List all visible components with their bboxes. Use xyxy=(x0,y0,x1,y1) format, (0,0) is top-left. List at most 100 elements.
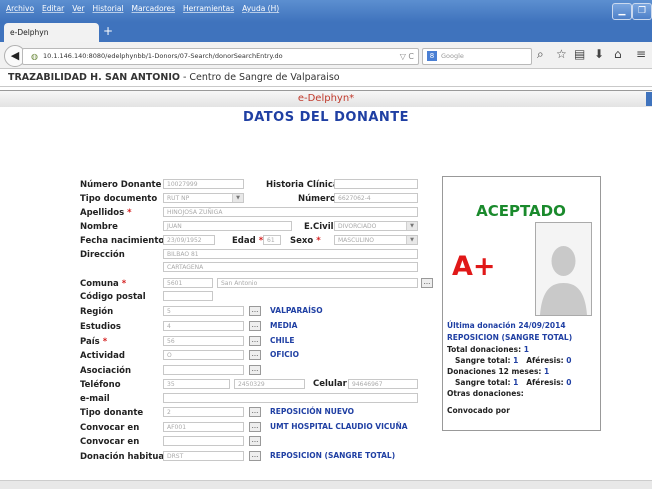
d12-label: Donaciones 12 meses: xyxy=(447,367,542,376)
label-historia-clinica: Historia Clínica xyxy=(266,180,339,190)
banner-edge xyxy=(646,92,652,106)
maximize-button[interactable]: ❐ xyxy=(632,3,652,20)
search-placeholder: Google xyxy=(441,52,464,60)
bookmark-star-icon[interactable]: ☆ xyxy=(556,47,567,61)
label-pais: País * xyxy=(80,337,107,347)
fecha-nacimiento-field[interactable]: 23/09/1952 xyxy=(163,235,215,245)
label-fecha-nacimiento: Fecha nacimiento * xyxy=(80,236,172,246)
required-marker: * xyxy=(102,337,108,347)
required-marker: * xyxy=(127,208,132,218)
tipo-donante-lookup-button[interactable]: ... xyxy=(249,407,261,417)
menu-ayuda[interactable]: Ayuda (H) xyxy=(242,4,279,13)
pais-code-field[interactable]: 56 xyxy=(163,336,244,346)
convocar-en-2-code-field[interactable] xyxy=(163,436,244,446)
actividad-lookup-button[interactable]: ... xyxy=(249,350,261,360)
convocar-en-value: UMT HOSPITAL CLAUDIO VICUÑA xyxy=(270,422,408,431)
label-edad: Edad * xyxy=(232,236,263,246)
tipo-donante-code-field[interactable]: 2 xyxy=(163,407,244,417)
convocado-por: Convocado por xyxy=(447,406,510,415)
convocar-en-lookup-button[interactable]: ... xyxy=(249,422,261,432)
menu-editar[interactable]: Editar xyxy=(42,4,64,13)
email-field[interactable] xyxy=(163,393,418,403)
label-email: e-mail xyxy=(80,394,110,404)
region-lookup-button[interactable]: ... xyxy=(249,306,261,316)
ultima-donacion-tipo: REPOSICION (SANGRE TOTAL) xyxy=(447,333,573,342)
url-bar[interactable]: ◍ 10.1.146.140:8080/edelphynbb/1-Donors/… xyxy=(22,48,419,65)
label-apellidos-text: Apellidos xyxy=(80,208,125,218)
edad-field[interactable]: 61 xyxy=(263,235,281,245)
d12-breakdown: Sangre total: 1 Aféresis: 0 xyxy=(455,378,572,387)
pais-lookup-button[interactable]: ... xyxy=(249,336,261,346)
actividad-value: OFICIO xyxy=(270,350,299,359)
menu-herramientas[interactable]: Herramientas xyxy=(183,4,234,13)
comuna-name-field[interactable]: San Antonio xyxy=(217,278,418,288)
ultima-donacion: Última donación 24/09/2014 xyxy=(447,321,566,330)
label-donacion-habitual: Donación habitual xyxy=(80,452,168,462)
required-marker: * xyxy=(316,236,321,246)
numero-field[interactable]: 6627062-4 xyxy=(334,193,418,203)
download-icon[interactable]: ⬇ xyxy=(594,47,604,61)
donacion-habitual-lookup-button[interactable]: ... xyxy=(249,451,261,461)
label-estudios: Estudios xyxy=(80,322,121,332)
new-tab-button[interactable]: + xyxy=(103,24,113,38)
apellidos-field[interactable]: HINOJOSA ZUÑIGA xyxy=(163,207,418,217)
historia-clinica-field[interactable] xyxy=(334,179,418,189)
app-title-rest: - Centro de Sangre de Valparaiso xyxy=(179,72,340,83)
app-title: TRAZABILIDAD H. SAN ANTONIO - Centro de … xyxy=(8,72,340,83)
label-edad-text: Edad xyxy=(232,236,256,246)
estudios-code-field[interactable]: 4 xyxy=(163,321,244,331)
label-codigo-postal: Código postal xyxy=(80,292,146,302)
label-celular: Celular xyxy=(313,379,347,389)
search-magnifier-icon[interactable]: ⌕ xyxy=(537,47,544,62)
sangre-total-label: Sangre total: xyxy=(455,356,511,365)
sexo-select[interactable]: MASCULINO ▼ xyxy=(334,235,418,245)
comuna-lookup-button[interactable]: ... xyxy=(421,278,433,288)
convocar-en-2-lookup-button[interactable]: ... xyxy=(249,436,261,446)
donor-photo xyxy=(535,222,592,316)
home-icon[interactable]: ⌂ xyxy=(614,47,622,61)
total-breakdown: Sangre total: 1 Aféresis: 0 xyxy=(455,356,572,365)
convocar-en-code-field[interactable]: AF001 xyxy=(163,422,244,432)
region-code-field[interactable]: 5 xyxy=(163,306,244,316)
ecivil-value: DIVORCIADO xyxy=(338,223,377,230)
comuna-code-field[interactable]: 5601 xyxy=(163,278,213,288)
search-bar[interactable]: 8 Google xyxy=(422,48,532,65)
label-telefono: Teléfono xyxy=(80,380,121,390)
sangre-total-value: 1 xyxy=(513,356,519,365)
nombre-field[interactable]: JUAN xyxy=(163,221,292,231)
google-icon: 8 xyxy=(427,51,437,61)
asociacion-lookup-button[interactable]: ... xyxy=(249,365,261,375)
donacion-habitual-code-field[interactable]: DRST xyxy=(163,451,244,461)
globe-icon: ◍ xyxy=(31,52,38,61)
tipo-documento-select[interactable]: RUT NP ▼ xyxy=(163,193,244,203)
actividad-code-field[interactable]: O xyxy=(163,350,244,360)
menu-archivo[interactable]: Archivo xyxy=(6,4,34,13)
label-comuna-text: Comuna xyxy=(80,279,119,289)
direccion-field-2[interactable]: CARTAGENA xyxy=(163,262,418,272)
app-title-bold: TRAZABILIDAD H. SAN ANTONIO xyxy=(8,72,180,83)
tab-edelphyn[interactable]: e-Delphyn xyxy=(4,23,99,42)
page-title: DATOS DEL DONANTE xyxy=(242,110,410,125)
reload-controls[interactable]: ▽ C xyxy=(400,49,414,64)
menu-marcadores[interactable]: Marcadores xyxy=(132,4,176,13)
menu-historial[interactable]: Historial xyxy=(93,4,124,13)
label-numero: Número xyxy=(298,194,336,204)
estudios-lookup-button[interactable]: ... xyxy=(249,321,261,331)
donor-status: ACEPTADO xyxy=(476,202,566,220)
codigo-postal-field[interactable] xyxy=(163,291,213,301)
telefono-area-field[interactable]: 35 xyxy=(163,379,230,389)
aferesis-label: Aféresis: xyxy=(526,356,564,365)
celular-field[interactable]: 94646967 xyxy=(348,379,418,389)
hamburger-menu-icon[interactable]: ≡ xyxy=(636,47,646,61)
bookmarks-list-icon[interactable]: ▤ xyxy=(574,47,585,61)
ecivil-select[interactable]: DIVORCIADO ▼ xyxy=(334,221,418,231)
menu-ver[interactable]: Ver xyxy=(72,4,84,13)
avatar-placeholder-icon xyxy=(536,223,591,315)
minimize-button[interactable]: ▁ xyxy=(612,3,632,20)
telefono-number-field[interactable]: 2450329 xyxy=(234,379,305,389)
numero-donante-field[interactable]: 10027999 xyxy=(163,179,244,189)
direccion-field-1[interactable]: BILBAO 81 xyxy=(163,249,418,259)
label-convocar-en-2: Convocar en xyxy=(80,437,140,447)
asociacion-code-field[interactable] xyxy=(163,365,244,375)
required-marker: * xyxy=(121,279,127,289)
